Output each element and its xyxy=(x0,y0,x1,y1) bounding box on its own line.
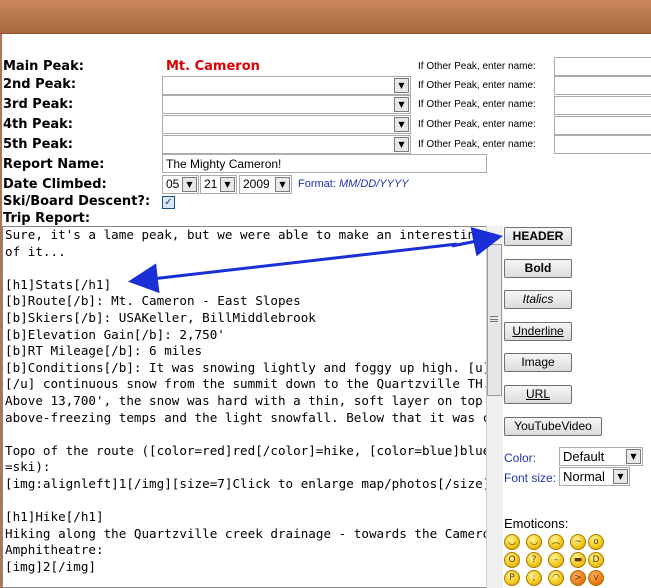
razz-emoticon-icon[interactable]: P xyxy=(504,570,520,586)
laugh-emoticon-icon[interactable]: D xyxy=(588,552,604,568)
peak4-label: 4th Peak: xyxy=(3,117,74,132)
main-peak-value: Mt. Cameron xyxy=(166,59,260,74)
other-peak-input-5[interactable] xyxy=(554,135,651,154)
chevron-down-icon: ▼ xyxy=(613,469,628,484)
font-size-value: Normal xyxy=(563,469,605,484)
main-peak-label: Main Peak: xyxy=(3,59,84,74)
ski-descent-label: Ski/Board Descent?: xyxy=(3,194,151,209)
color-value: Default xyxy=(563,449,605,464)
peak3-select[interactable]: ▼ xyxy=(162,95,411,114)
trip-report-label: Trip Report: xyxy=(3,211,91,226)
report-name-label: Report Name: xyxy=(3,157,105,172)
underline-button[interactable]: Underline xyxy=(504,322,572,341)
evil-emoticon-icon[interactable]: v xyxy=(588,570,604,586)
trip-report-textarea[interactable]: Sure, it's a lame peak, but we were able… xyxy=(2,226,503,588)
year-value: 2009 xyxy=(243,177,270,191)
scrollbar-grip-icon xyxy=(490,316,498,322)
date-format-value: MM/DD/YYYY xyxy=(338,178,409,190)
font-size-label: Font size: xyxy=(504,471,557,485)
chevron-down-icon: ▼ xyxy=(220,177,235,192)
other-peak-label-1: If Other Peak, enter name: xyxy=(418,61,536,72)
wink-emoticon-icon[interactable]: ; xyxy=(526,570,542,586)
other-peak-label-3: If Other Peak, enter name: xyxy=(418,99,536,110)
date-format-hint: Format: MM/DD/YYYY xyxy=(298,178,409,190)
other-peak-input-2[interactable] xyxy=(554,76,651,95)
date-format-label: Format: xyxy=(298,178,339,190)
chevron-down-icon: ▼ xyxy=(275,177,290,192)
cool-emoticon-icon[interactable]: ▬ xyxy=(570,552,586,568)
header-button[interactable]: HEADER xyxy=(504,227,572,246)
window-header-bar xyxy=(0,0,651,34)
surprised-emoticon-icon[interactable]: o xyxy=(588,534,604,550)
other-peak-input-4[interactable] xyxy=(554,116,651,135)
chevron-down-icon: ▼ xyxy=(394,117,409,132)
day-select[interactable]: 21 ▼ xyxy=(200,175,237,194)
other-peak-label-4: If Other Peak, enter name: xyxy=(418,119,536,130)
other-peak-input-1[interactable] xyxy=(554,57,651,76)
grin-emoticon-icon[interactable]: ◡ xyxy=(526,534,542,550)
peak3-label: 3rd Peak: xyxy=(3,97,74,112)
peak2-label: 2nd Peak: xyxy=(3,77,77,92)
youtube-button[interactable]: YouTubeVideo xyxy=(504,417,602,436)
rolleyes-emoticon-icon[interactable]: ◠ xyxy=(548,570,564,586)
year-select[interactable]: 2009 ▼ xyxy=(239,175,292,194)
ski-descent-checkbox[interactable]: ✓ xyxy=(162,196,175,209)
image-button[interactable]: Image xyxy=(504,353,572,372)
report-name-input[interactable]: The Mighty Cameron! xyxy=(162,154,487,173)
peak5-label: 5th Peak: xyxy=(3,137,74,152)
month-select[interactable]: 05 ▼ xyxy=(162,175,199,194)
confused-emoticon-icon[interactable]: ~ xyxy=(570,534,586,550)
other-peak-label-5: If Other Peak, enter name: xyxy=(418,139,536,150)
month-value: 05 xyxy=(166,177,180,191)
peak4-select[interactable]: ▼ xyxy=(162,115,411,134)
color-label: Color: xyxy=(504,451,537,465)
day-value: 21 xyxy=(204,177,218,191)
chevron-down-icon: ▼ xyxy=(182,177,197,192)
other-peak-input-3[interactable] xyxy=(554,96,651,115)
peak2-select[interactable]: ▼ xyxy=(162,76,411,95)
chevron-down-icon: ▼ xyxy=(626,449,641,464)
trip-report-text: Sure, it's a lame peak, but we were able… xyxy=(5,227,503,574)
emoticons-label: Emoticons: xyxy=(504,516,569,531)
font-size-select[interactable]: Normal ▼ xyxy=(559,467,630,486)
date-climbed-label: Date Climbed: xyxy=(3,177,107,192)
question-emoticon-icon[interactable]: ? xyxy=(526,552,542,568)
peak5-select[interactable]: ▼ xyxy=(162,135,411,154)
other-peak-label-2: If Other Peak, enter name: xyxy=(418,80,536,91)
bold-button[interactable]: Bold xyxy=(504,259,572,278)
smile-emoticon-icon[interactable]: ◡ xyxy=(504,534,520,550)
italics-button[interactable]: Italics xyxy=(504,290,572,309)
chevron-down-icon: ▼ xyxy=(394,78,409,93)
chevron-down-icon: ▼ xyxy=(394,97,409,112)
mad-emoticon-icon[interactable]: > xyxy=(570,570,586,586)
url-button[interactable]: URL xyxy=(504,385,572,404)
chevron-down-icon: ▼ xyxy=(394,137,409,152)
sad-emoticon-icon[interactable]: ︵ xyxy=(548,534,564,550)
color-select[interactable]: Default ▼ xyxy=(559,447,643,466)
neutral-emoticon-icon[interactable]: – xyxy=(548,552,564,568)
eek-emoticon-icon[interactable]: O xyxy=(504,552,520,568)
